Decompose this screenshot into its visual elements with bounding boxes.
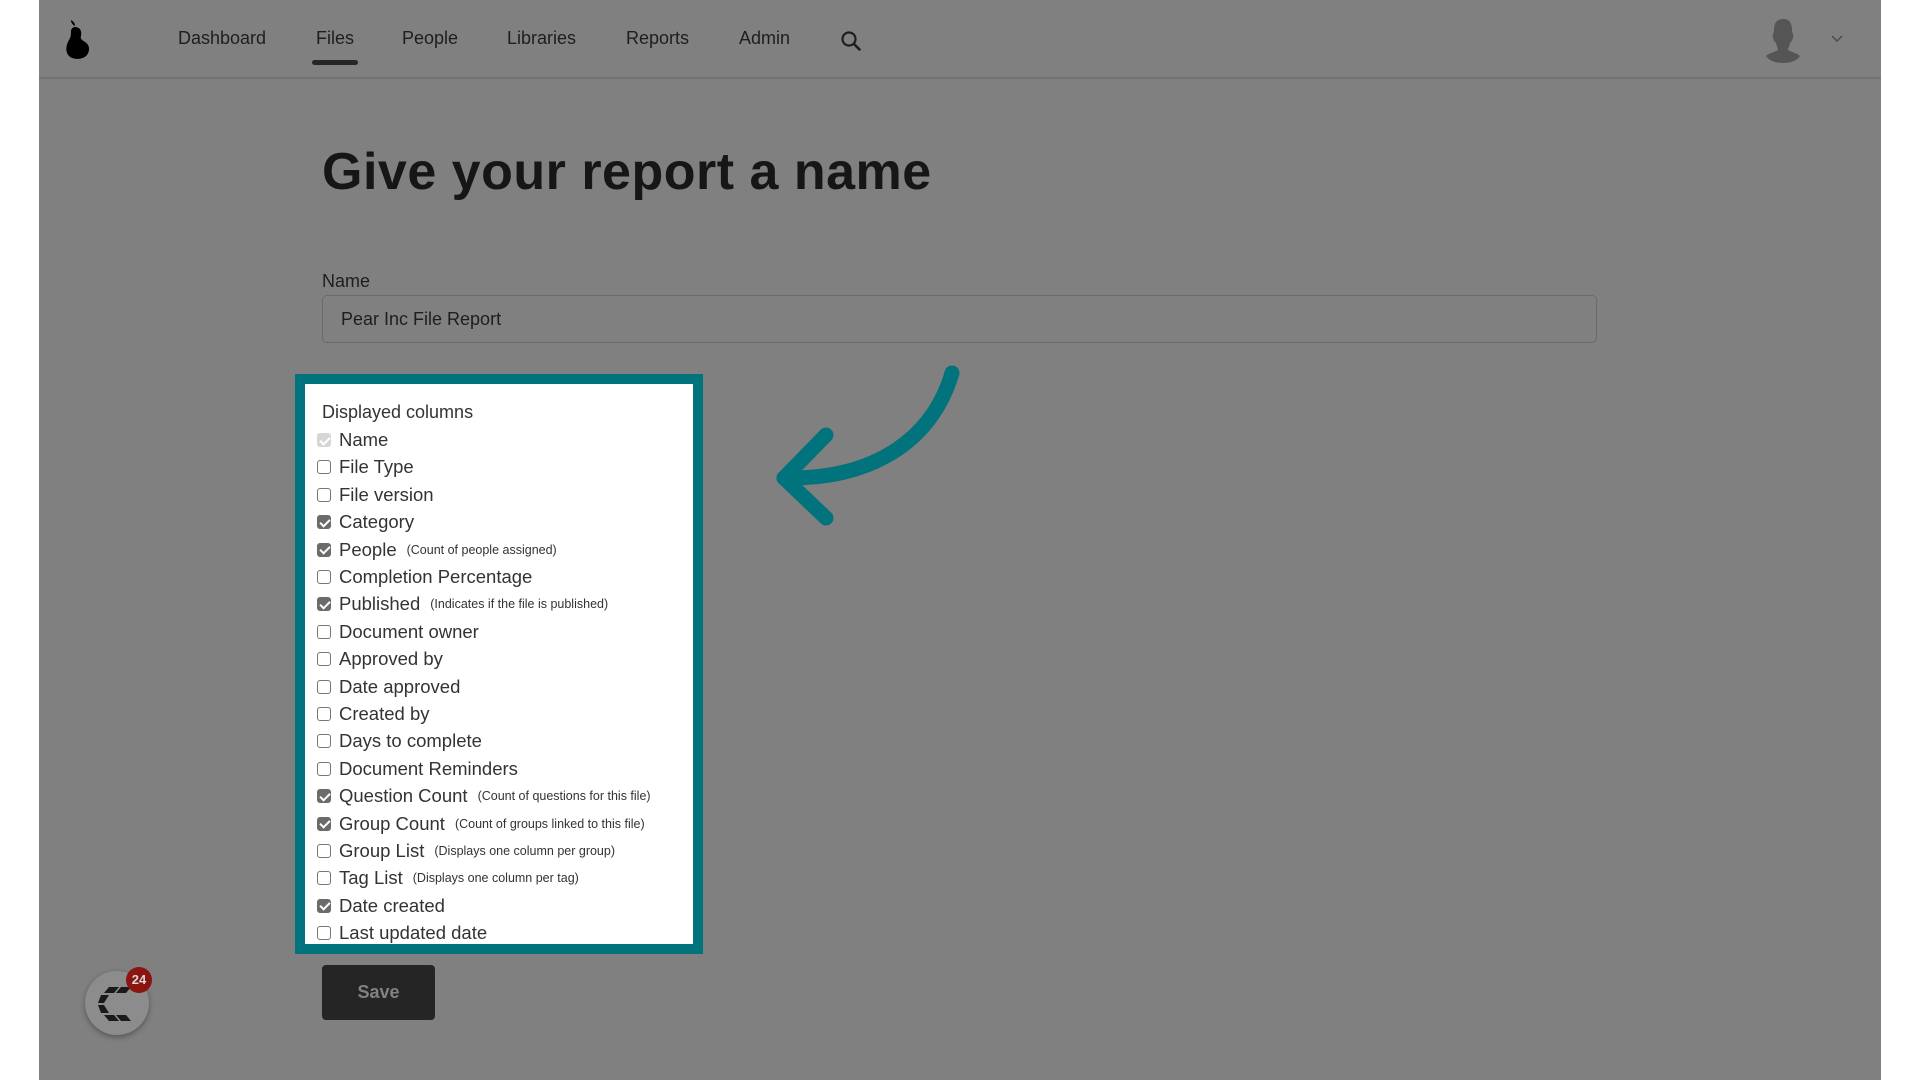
column-option-document-reminders[interactable]: Document Reminders <box>317 757 518 781</box>
column-option-approved-by[interactable]: Approved by <box>317 647 443 671</box>
column-option-label[interactable]: Last updated date <box>339 922 487 944</box>
top-nav-bar: Dashboard Files People Libraries Reports Admi… <box>39 0 1881 79</box>
column-option-description: (Displays one column per group) <box>434 844 615 858</box>
column-option-name[interactable]: Name <box>317 428 388 452</box>
chevron-down-icon[interactable] <box>1830 34 1844 44</box>
column-option-label[interactable]: Published <box>339 593 420 615</box>
checkbox <box>317 433 331 447</box>
nav-item-libraries[interactable]: Libraries <box>507 26 576 50</box>
pear-logo-icon[interactable] <box>63 18 93 60</box>
column-option-file-version[interactable]: File version <box>317 483 434 507</box>
column-option-label[interactable]: Approved by <box>339 648 443 670</box>
app-window: Dashboard Files People Libraries Reports Admi… <box>39 0 1881 1080</box>
checkbox[interactable] <box>317 460 331 475</box>
column-option-days-to-complete[interactable]: Days to complete <box>317 729 482 753</box>
column-option-date-approved[interactable]: Date approved <box>317 675 460 699</box>
column-option-label[interactable]: Created by <box>339 703 430 725</box>
column-option-document-owner[interactable]: Document owner <box>317 620 479 644</box>
column-option-description: (Indicates if the file is published) <box>430 597 609 612</box>
checkbox[interactable] <box>317 570 331 584</box>
nav-item-label: Admin <box>739 28 791 48</box>
column-option-people[interactable]: People (Count of people assigned) <box>317 538 557 562</box>
column-option-created-by[interactable]: Created by <box>317 702 430 726</box>
report-name-input[interactable] <box>322 295 1597 343</box>
column-option-description: (Displays one column per tag) <box>412 871 579 886</box>
column-option-label[interactable]: Completion Percentage <box>339 566 532 588</box>
checkbox[interactable] <box>317 926 331 941</box>
nav-item-dashboard[interactable]: Dashboard <box>178 26 266 50</box>
nav-item-admin[interactable]: Admin <box>739 26 790 50</box>
checkbox[interactable] <box>317 515 331 530</box>
nav-item-reports[interactable]: Reports <box>626 26 689 50</box>
page-title: Give your report a name <box>322 143 932 201</box>
curved-arrow-icon <box>776 365 960 526</box>
user-avatar-icon[interactable] <box>1764 17 1802 63</box>
column-option-label[interactable]: Date created <box>339 895 445 917</box>
column-option-group-list[interactable]: Group List (Displays one column per group… <box>317 839 615 863</box>
column-option-description: (Count of questions for this file) <box>477 789 651 804</box>
column-option-description: (Count of groups linked to this file) <box>454 816 645 831</box>
column-option-category[interactable]: Category <box>317 510 414 534</box>
notification-badge: 24 <box>126 967 152 993</box>
column-option-question-count[interactable]: Question Count (Count of questions for th… <box>317 784 651 808</box>
column-option-label[interactable]: Name <box>339 429 388 451</box>
nav-item-people[interactable]: People <box>402 26 458 50</box>
checkbox[interactable] <box>317 844 331 858</box>
column-option-label[interactable]: Tag List <box>339 867 403 889</box>
column-option-group-count[interactable]: Group Count (Count of groups linked to th… <box>317 812 645 836</box>
column-option-completion-percentage[interactable]: Completion Percentage <box>317 565 532 589</box>
column-option-published[interactable]: Published (Indicates if the file is publi… <box>317 592 608 616</box>
nav-item-label: Libraries <box>507 28 577 48</box>
column-option-description: (Count of people assigned) <box>406 542 557 557</box>
column-option-date-created[interactable]: Date created <box>317 894 445 918</box>
checkbox[interactable] <box>317 624 331 639</box>
checkbox[interactable] <box>317 679 331 694</box>
nav-item-label: Reports <box>626 28 690 48</box>
column-option-label[interactable]: File Type <box>339 456 414 478</box>
column-option-file-type[interactable]: File Type <box>317 455 414 479</box>
nav-item-label: People <box>402 28 459 48</box>
checkbox[interactable] <box>317 487 331 502</box>
checkbox[interactable] <box>317 898 331 913</box>
active-tab-indicator <box>312 60 359 65</box>
checkbox[interactable] <box>317 816 331 831</box>
checkbox[interactable] <box>317 597 331 612</box>
nav-item-label: Files <box>316 28 355 48</box>
column-option-label[interactable]: Document owner <box>339 621 479 643</box>
checkbox[interactable] <box>317 734 331 749</box>
column-option-label[interactable]: Date approved <box>339 676 460 698</box>
column-option-label[interactable]: Group Count <box>339 813 445 835</box>
column-option-label[interactable]: Document Reminders <box>339 758 518 780</box>
checkbox[interactable] <box>317 707 331 721</box>
column-option-last-updated-date[interactable]: Last updated date <box>317 921 487 945</box>
checkbox[interactable] <box>317 761 331 776</box>
displayed-columns-heading: Displayed columns <box>322 402 474 422</box>
column-option-label[interactable]: People <box>339 539 397 561</box>
checkbox[interactable] <box>317 652 331 667</box>
nav-item-files[interactable]: Files <box>312 26 359 65</box>
displayed-columns-panel: Displayed columns Name File Type File vers… <box>295 374 703 954</box>
column-option-label[interactable]: Group List <box>339 840 424 862</box>
save-button[interactable]: Save <box>322 965 435 1020</box>
checkbox[interactable] <box>317 871 331 886</box>
column-option-tag-list[interactable]: Tag List (Displays one column per tag) <box>317 866 579 890</box>
search-icon[interactable] <box>840 30 862 52</box>
nav-item-label: Dashboard <box>178 28 267 48</box>
checkbox[interactable] <box>317 542 331 557</box>
name-field-label: Name <box>322 271 371 291</box>
column-option-label[interactable]: File version <box>339 484 434 506</box>
checkbox[interactable] <box>317 789 331 804</box>
column-option-label[interactable]: Category <box>339 511 414 533</box>
column-option-label[interactable]: Days to complete <box>339 730 482 752</box>
column-option-label[interactable]: Question Count <box>339 785 468 807</box>
